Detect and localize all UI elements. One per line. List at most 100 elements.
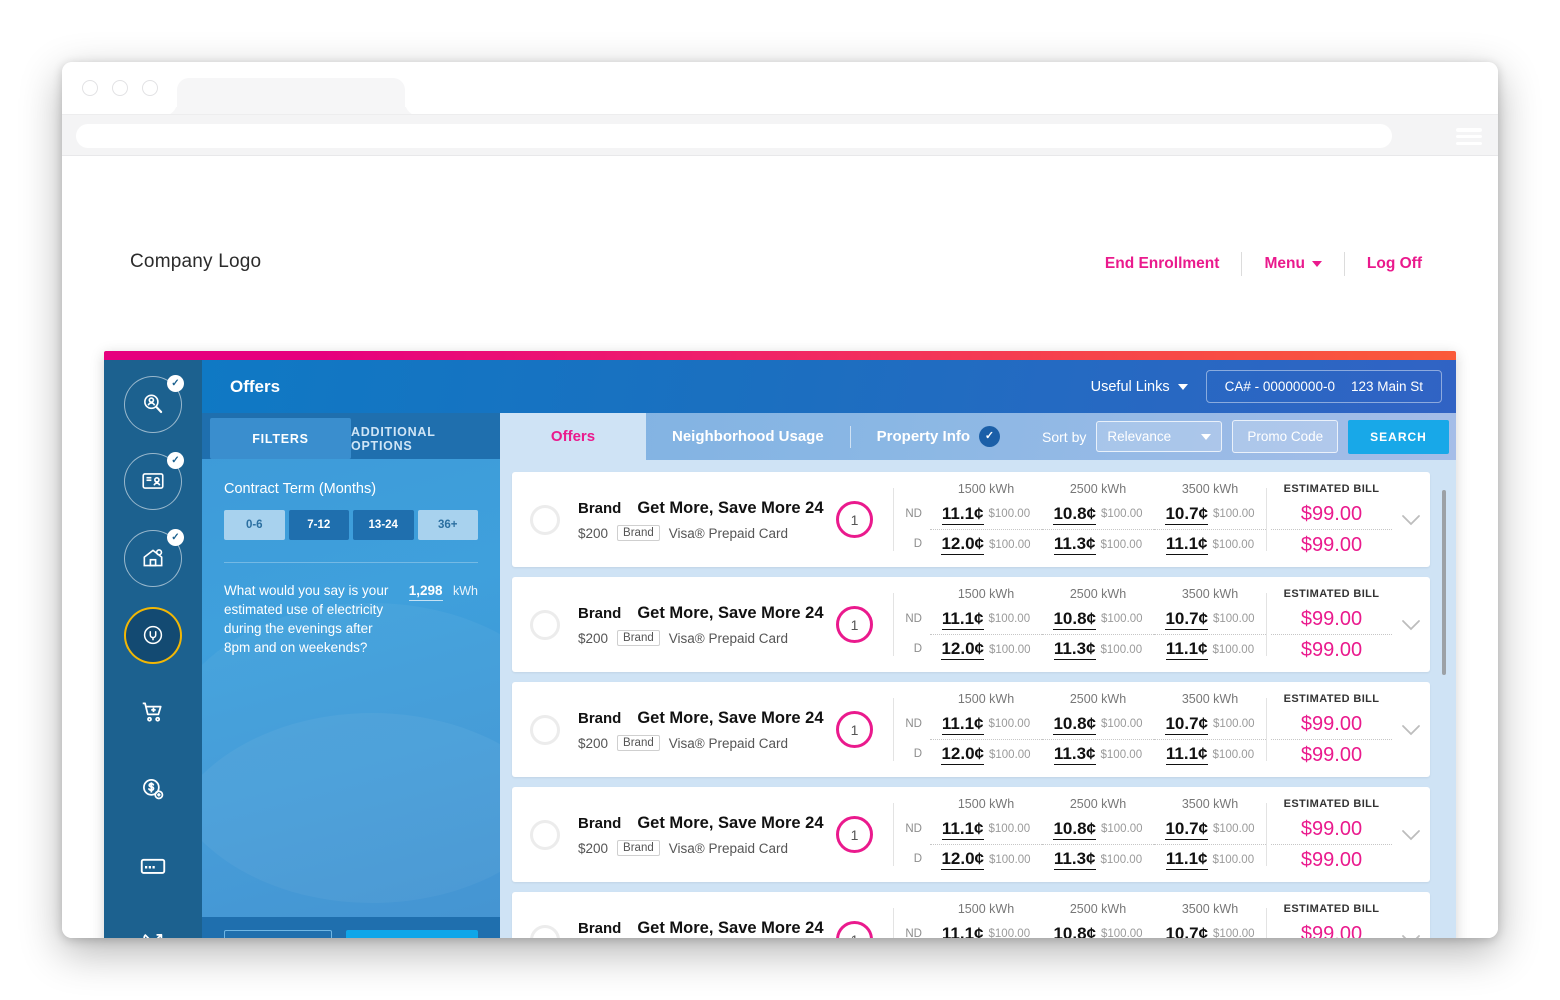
fee-value: $100.00 bbox=[1212, 613, 1255, 625]
credit-card-icon bbox=[140, 858, 166, 874]
row-label-nd: ND bbox=[905, 508, 922, 520]
tab-filters[interactable]: FILTERS bbox=[210, 418, 351, 459]
offer-select-radio[interactable] bbox=[530, 714, 560, 745]
tab-property-info[interactable]: Property Info ✓ bbox=[851, 413, 1026, 460]
offer-price-grid: ND D 1500 kWh 11.1¢$100.00 12.0¢$100.00 bbox=[894, 900, 1266, 938]
offer-select-radio[interactable] bbox=[530, 504, 560, 535]
term-option-36-plus[interactable]: 36+ bbox=[417, 510, 478, 540]
rate-value: 10.7¢ bbox=[1165, 924, 1208, 939]
sidebar-item-customer-search[interactable]: ✓ bbox=[124, 375, 184, 433]
expand-offer-chevron-down-icon[interactable] bbox=[1398, 934, 1424, 938]
fee-value: $100.00 bbox=[988, 718, 1031, 730]
clear-button[interactable]: CLEAR bbox=[224, 930, 333, 938]
fee-value: $100.00 bbox=[1212, 643, 1255, 656]
decorative-wave bbox=[202, 713, 500, 938]
rate-value: 11.1¢ bbox=[941, 818, 984, 840]
sidebar-item-billing[interactable] bbox=[124, 760, 182, 817]
incentive-brand: Brand bbox=[617, 840, 660, 856]
expand-offer-chevron-down-icon[interactable] bbox=[1398, 829, 1424, 841]
fee-value: $100.00 bbox=[1100, 538, 1143, 551]
close-window-button[interactable] bbox=[82, 80, 98, 96]
offer-card[interactable]: Brand Get More, Save More 24 $200 Brand … bbox=[512, 577, 1430, 672]
sidebar-item-cart[interactable] bbox=[124, 684, 182, 741]
account-selector[interactable]: CA# - 00000000-0 123 Main St bbox=[1205, 370, 1442, 403]
offer-brand: Brand bbox=[578, 604, 622, 622]
sidebar-item-callback[interactable] bbox=[124, 914, 182, 938]
maximize-window-button[interactable] bbox=[142, 80, 158, 96]
offer-info: Brand Get More, Save More 24 $200 Brand … bbox=[578, 498, 824, 541]
offer-card[interactable]: Brand Get More, Save More 24 $200 Brand … bbox=[512, 787, 1430, 882]
contract-term-label: Contract Term (Months) bbox=[224, 481, 377, 497]
estimated-bill-column: ESTIMATED BILL $99.00 $99.00 bbox=[1267, 480, 1392, 559]
promo-code-input[interactable]: Promo Code bbox=[1232, 420, 1339, 453]
rate-value: 10.8¢ bbox=[1053, 503, 1096, 525]
rate-value: 11.3¢ bbox=[1053, 639, 1096, 660]
rate-value: 10.8¢ bbox=[1053, 608, 1096, 630]
hamburger-menu-icon[interactable] bbox=[1456, 128, 1482, 145]
row-label-d: D bbox=[913, 643, 922, 655]
offer-card[interactable]: Brand Get More, Save More 24 $200 Brand … bbox=[512, 472, 1430, 567]
tab-additional-options[interactable]: ADDITIONAL OPTIONS bbox=[351, 418, 492, 459]
price-column-1500: 1500 kWh 11.1¢ $100.00 12.0¢ $100.00 bbox=[930, 480, 1042, 559]
page-title: Offers bbox=[230, 376, 281, 396]
brand-gradient-bar bbox=[104, 351, 1456, 360]
row-label-nd: ND bbox=[905, 718, 922, 730]
rate-value: 11.1¢ bbox=[1165, 849, 1208, 870]
estimated-bill-d: $99.00 bbox=[1271, 739, 1392, 769]
rate-value: 12.0¢ bbox=[941, 639, 984, 660]
expand-offer-chevron-down-icon[interactable] bbox=[1398, 724, 1424, 736]
scrollbar-thumb[interactable] bbox=[1442, 490, 1446, 675]
offer-select-radio[interactable] bbox=[530, 819, 560, 850]
column-header: 3500 kWh bbox=[1181, 692, 1239, 706]
fee-value: $100.00 bbox=[1100, 928, 1143, 938]
rate-value: 11.1¢ bbox=[1165, 534, 1208, 555]
offer-select-radio[interactable] bbox=[530, 609, 560, 640]
column-header: 2500 kWh bbox=[1069, 797, 1127, 811]
sort-select[interactable]: Relevance bbox=[1096, 421, 1223, 452]
price-cell: 10.8¢ $100.00 bbox=[1042, 919, 1154, 939]
offers-list: Brand Get More, Save More 24 $200 Brand … bbox=[500, 460, 1456, 938]
fee-value: $100.00 bbox=[1100, 823, 1143, 835]
price-cell: 12.0¢ $100.00 bbox=[930, 844, 1042, 874]
contract-term-options: 0-6 7-12 13-24 36+ bbox=[224, 510, 478, 540]
minimize-window-button[interactable] bbox=[112, 80, 128, 96]
sidebar-item-payment[interactable] bbox=[124, 837, 182, 894]
menu-link[interactable]: Menu bbox=[1242, 255, 1343, 273]
sidebar-item-customer-id[interactable]: ✓ bbox=[124, 451, 184, 510]
end-enrollment-link[interactable]: End Enrollment bbox=[1083, 255, 1242, 273]
offer-incentive-row: $200 Brand Visa® Prepaid Card bbox=[578, 840, 816, 856]
main-column: Offers Useful Links CA# - 00000000-0 123… bbox=[202, 360, 1456, 938]
incentive-card-type: Visa® Prepaid Card bbox=[668, 735, 788, 751]
offer-select-radio[interactable] bbox=[530, 924, 560, 938]
tab-neighborhood-usage[interactable]: Neighborhood Usage bbox=[646, 413, 850, 460]
sidebar-item-offers[interactable] bbox=[124, 606, 182, 664]
offer-card[interactable]: Brand Get More, Save More 24 $200 Brand … bbox=[512, 892, 1430, 938]
sidebar-item-property[interactable]: ✓ bbox=[124, 528, 184, 587]
filter-actions: CLEAR APPLY CHANGES bbox=[202, 917, 500, 938]
page-viewport: Company Logo End Enrollment Menu Log Off bbox=[62, 156, 1498, 938]
expand-offer-chevron-down-icon[interactable] bbox=[1398, 514, 1424, 526]
estimated-bill-column: ESTIMATED BILL $99.00 $99.00 bbox=[1267, 585, 1392, 664]
term-option-13-24[interactable]: 13-24 bbox=[353, 510, 414, 540]
address-bar-input[interactable] bbox=[76, 124, 1392, 148]
chevron-down-icon bbox=[1201, 433, 1212, 440]
fee-value: $100.00 bbox=[988, 823, 1031, 835]
search-button[interactable]: SEARCH bbox=[1348, 419, 1449, 454]
offer-price-grid: ND D 1500 kWh 11.1¢$100.00 12.0¢$100.00 bbox=[894, 795, 1266, 874]
log-off-link[interactable]: Log Off bbox=[1345, 255, 1444, 273]
term-option-0-6[interactable]: 0-6 bbox=[224, 510, 285, 540]
browser-tab[interactable] bbox=[177, 78, 405, 116]
sort-by-label: Sort by bbox=[1042, 428, 1087, 445]
offer-plan-name: Get More, Save More 24 bbox=[637, 918, 824, 937]
tab-offers[interactable]: Offers bbox=[500, 413, 646, 460]
term-option-7-12[interactable]: 7-12 bbox=[288, 510, 349, 540]
fee-value: $100.00 bbox=[1100, 718, 1143, 730]
price-column-1500: 1500 kWh 11.1¢ $100.00 12.0¢ $100.00 bbox=[930, 690, 1042, 769]
offer-card[interactable]: Brand Get More, Save More 24 $200 Brand … bbox=[512, 682, 1430, 777]
offers-scrollbar[interactable] bbox=[1442, 472, 1446, 938]
usage-value-input[interactable]: 1,298 bbox=[408, 583, 443, 601]
useful-links-dropdown[interactable]: Useful Links bbox=[1091, 379, 1188, 395]
apply-changes-button[interactable]: APPLY CHANGES bbox=[346, 930, 478, 938]
price-column-3500: 3500 kWh 10.7¢ $100.00 11.1¢ $100.00 bbox=[1154, 795, 1266, 874]
expand-offer-chevron-down-icon[interactable] bbox=[1398, 619, 1424, 631]
